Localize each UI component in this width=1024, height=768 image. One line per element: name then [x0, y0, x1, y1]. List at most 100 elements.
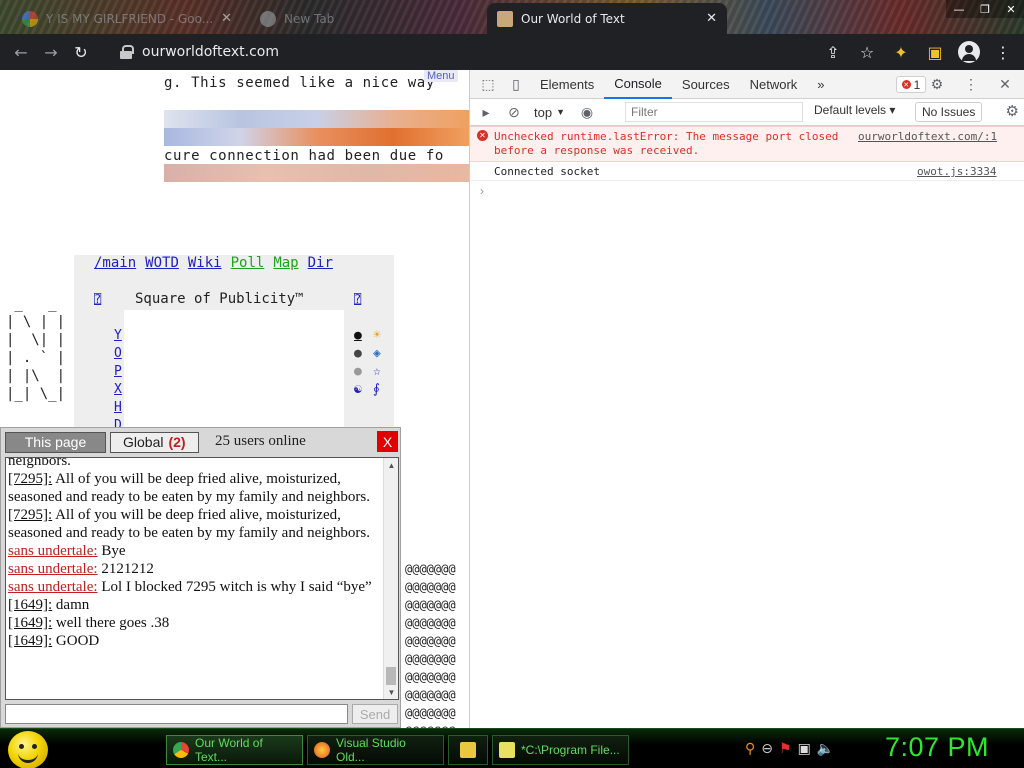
- error-count-badge[interactable]: ✕ 1: [896, 76, 926, 93]
- task-chrome[interactable]: Our World of Text...: [166, 735, 303, 765]
- console-divider: [470, 180, 1024, 181]
- clear-console-icon[interactable]: ⊘: [500, 98, 528, 126]
- letter-link[interactable]: X: [114, 381, 122, 399]
- menu-tab[interactable]: Menu: [424, 70, 458, 82]
- chat-nick[interactable]: [7295]:: [8, 507, 52, 523]
- chat-nick[interactable]: sans undertale:: [8, 579, 98, 595]
- letter-link[interactable]: P: [114, 363, 122, 381]
- chat-nick[interactable]: [1649]:: [8, 615, 52, 631]
- tab-elements[interactable]: Elements: [530, 70, 604, 99]
- notepad-icon: [499, 742, 515, 758]
- console-error-row: ✕ Unchecked runtime.lastError: The messa…: [470, 126, 1024, 162]
- inspect-element-icon[interactable]: ⬚: [474, 70, 502, 98]
- live-expression-eye-icon[interactable]: ◉: [573, 98, 601, 126]
- chat-send-button[interactable]: Send: [352, 704, 398, 724]
- scroll-down-icon[interactable]: ▼: [384, 685, 398, 699]
- tab-console[interactable]: Console: [604, 70, 672, 99]
- console-filter-input[interactable]: Filter: [625, 102, 803, 122]
- close-devtools-icon[interactable]: ✕: [991, 71, 1019, 99]
- messenger-icon[interactable]: ⊖: [761, 741, 773, 757]
- symbol-link[interactable]: ◈: [373, 345, 381, 363]
- chat-nick[interactable]: sans undertale:: [8, 543, 98, 559]
- symbol-link[interactable]: ●: [354, 345, 362, 363]
- symbol-link[interactable]: ☀: [373, 327, 381, 345]
- error-source-link[interactable]: ourworldoftext.com/:1: [858, 130, 997, 143]
- square-right-mark[interactable]: ⍰: [354, 292, 361, 306]
- console-toolbar: ▸ ⊘ top ▼ ◉ Filter Default levels ▾ No I…: [470, 99, 1024, 126]
- minimize-icon[interactable]: —: [946, 0, 972, 18]
- console-prompt[interactable]: ›: [480, 184, 484, 198]
- link-dir[interactable]: Dir: [308, 255, 333, 271]
- close-tab-icon[interactable]: ✕: [221, 11, 232, 26]
- tab-girlfriend[interactable]: Y IS MY GIRLFRIEND - Goo... ✕: [12, 3, 242, 34]
- settings-gear-icon[interactable]: ⚙: [923, 71, 951, 99]
- start-button-smiley-icon[interactable]: [8, 731, 48, 768]
- tab-new-tab[interactable]: New Tab: [250, 3, 480, 34]
- forward-icon[interactable]: →: [36, 37, 66, 67]
- link-poll[interactable]: Poll: [231, 255, 265, 271]
- chat-nick[interactable]: [7295]:: [8, 471, 52, 487]
- symbol-link[interactable]: ●: [354, 363, 362, 381]
- yo-letter-column: Y O P X H D: [114, 327, 122, 435]
- chat-nick[interactable]: [1649]:: [8, 633, 52, 649]
- symbol-link[interactable]: ☆: [373, 363, 381, 381]
- chat-nick[interactable]: sans undertale:: [8, 561, 98, 577]
- network-icon[interactable]: ▣: [798, 741, 811, 757]
- chat-tab-this-page[interactable]: This page: [5, 431, 106, 453]
- device-toolbar-icon[interactable]: ▯: [502, 70, 530, 98]
- chat-scrollbar[interactable]: ▲ ▼: [383, 458, 398, 699]
- close-window-icon[interactable]: ✕: [998, 0, 1024, 18]
- chat-log[interactable]: neighbors. [7295]: All of you will be dee…: [5, 457, 399, 700]
- extensions-puzzle-icon[interactable]: ✦: [886, 37, 916, 67]
- log-source-link[interactable]: owot.js:3334: [917, 165, 996, 178]
- tab-sources[interactable]: Sources: [672, 70, 740, 99]
- task-explorer[interactable]: [448, 735, 488, 765]
- window-controls: — ❐ ✕: [946, 0, 1024, 18]
- taskbar: Our World of Text... Visual Studio Old..…: [0, 728, 1024, 768]
- volume-icon[interactable]: 🔈: [817, 741, 834, 757]
- chat-text: Bye: [97, 543, 126, 559]
- chat-nick[interactable]: [1649]:: [8, 597, 52, 613]
- bookmark-star-icon[interactable]: ☆: [852, 37, 882, 67]
- menu-kebab-icon[interactable]: ⋮: [988, 37, 1018, 67]
- chat-input[interactable]: [5, 704, 348, 724]
- more-tabs-icon[interactable]: »: [807, 70, 834, 99]
- scroll-up-icon[interactable]: ▲: [384, 458, 398, 472]
- screen: Y IS MY GIRLFRIEND - Goo... ✕ New Tab Ou…: [0, 0, 1024, 768]
- log-levels-dropdown[interactable]: Default levels ▾: [814, 103, 895, 117]
- profile-button[interactable]: [954, 37, 984, 67]
- task-visual-studio[interactable]: Visual Studio Old...: [307, 735, 444, 765]
- link-wiki[interactable]: Wiki: [188, 255, 222, 271]
- link-main[interactable]: /main: [94, 255, 136, 271]
- chat-tab-global[interactable]: Global (2): [110, 431, 199, 453]
- symbol-link[interactable]: ●: [354, 327, 362, 345]
- scroll-thumb[interactable]: [386, 667, 396, 685]
- restore-icon[interactable]: ❐: [972, 0, 998, 18]
- square-left-mark[interactable]: ⍰: [94, 292, 101, 306]
- devtools-menu-icon[interactable]: ⋮: [957, 71, 985, 99]
- side-panel-icon[interactable]: ▣: [920, 37, 950, 67]
- back-icon[interactable]: ←: [6, 37, 36, 67]
- tab-network[interactable]: Network: [740, 70, 808, 99]
- letter-link[interactable]: H: [114, 399, 122, 417]
- link-wotd[interactable]: WOTD: [145, 255, 179, 271]
- reload-icon[interactable]: ↻: [66, 37, 96, 67]
- link-map[interactable]: Map: [273, 255, 298, 271]
- issues-button[interactable]: No Issues: [915, 102, 983, 122]
- clock[interactable]: 7:07 PM: [885, 732, 989, 763]
- share-icon[interactable]: ⇪: [818, 37, 848, 67]
- chat-close-button[interactable]: X: [377, 431, 398, 452]
- task-notepad[interactable]: *C:\Program File...: [492, 735, 629, 765]
- action-center-flag-icon[interactable]: ⚑: [779, 741, 792, 757]
- symbol-link[interactable]: ∮: [373, 381, 381, 399]
- sidebar-toggle-icon[interactable]: ▸: [472, 98, 500, 126]
- close-tab-icon[interactable]: ✕: [706, 11, 717, 26]
- letter-link[interactable]: Y: [114, 327, 122, 345]
- search-icon[interactable]: ⚲: [745, 741, 755, 757]
- letter-link[interactable]: O: [114, 345, 122, 363]
- symbol-link[interactable]: ☯: [354, 381, 362, 399]
- address-bar[interactable]: ourworldoftext.com: [110, 38, 890, 66]
- tab-our-world-of-text[interactable]: Our World of Text ✕: [487, 3, 727, 34]
- context-selector[interactable]: top ▼: [534, 105, 565, 120]
- console-settings-gear-icon[interactable]: ⚙: [1006, 102, 1019, 120]
